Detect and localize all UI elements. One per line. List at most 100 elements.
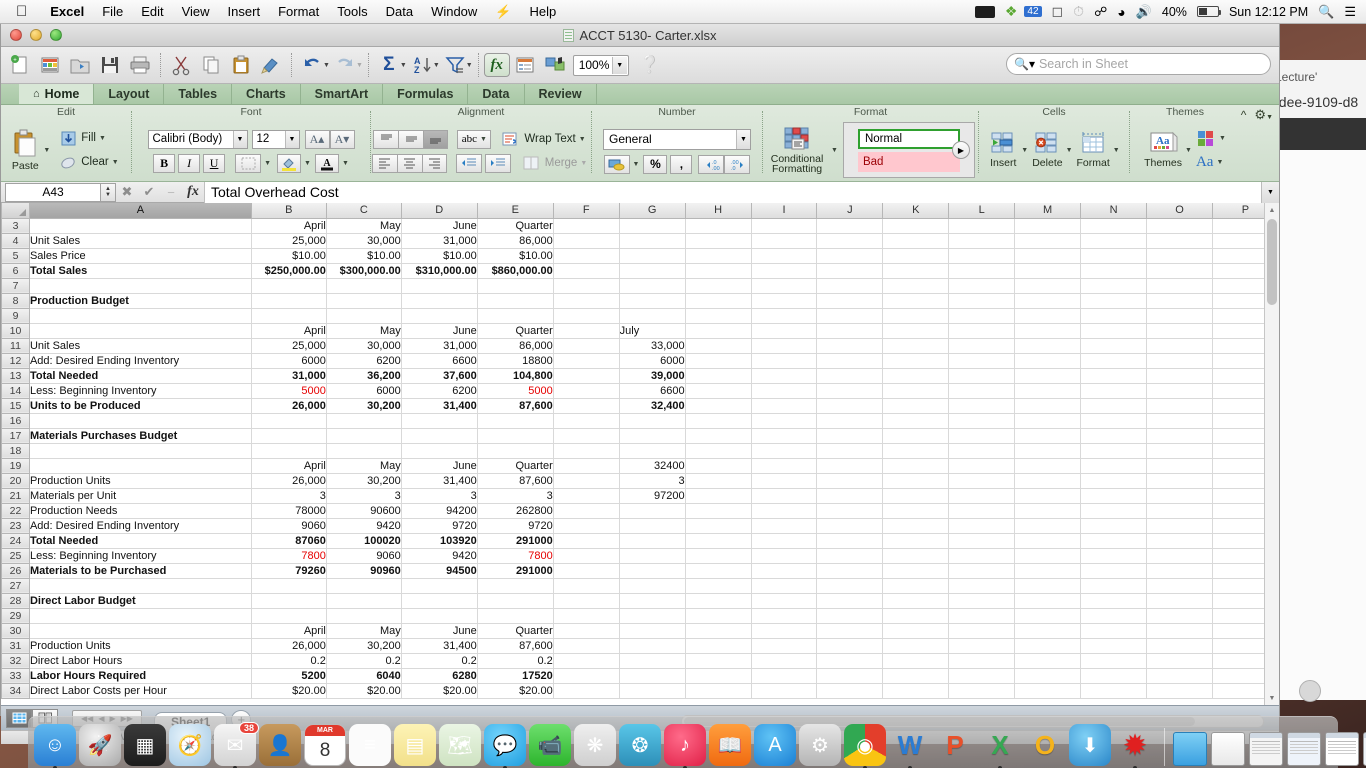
- cell-J26[interactable]: [816, 563, 884, 579]
- cell-J6[interactable]: [816, 263, 884, 279]
- cell-O14[interactable]: [1146, 383, 1213, 399]
- bluetooth-menu-icon[interactable]: ☍: [1094, 4, 1107, 20]
- cell-H25[interactable]: [685, 548, 752, 564]
- cell-M17[interactable]: [1014, 428, 1082, 444]
- cell-B15[interactable]: 26,000: [251, 398, 327, 414]
- cell-I5[interactable]: [751, 248, 818, 264]
- cell-N32[interactable]: [1080, 653, 1148, 669]
- copy-icon[interactable]: [196, 50, 226, 80]
- word-window-1-minimized-window[interactable]: [1249, 732, 1283, 766]
- cut-icon[interactable]: [166, 50, 196, 80]
- cell-E21[interactable]: 3: [477, 488, 554, 504]
- menu-item-edit[interactable]: Edit: [132, 4, 172, 19]
- cell-I20[interactable]: [751, 473, 818, 489]
- fill-button[interactable]: Fill ▼: [57, 129, 121, 148]
- table-row[interactable]: 24 Total Needed 87060 100020 103920 291000: [1, 532, 1279, 549]
- table-row[interactable]: 22 Production Needs 78000 90600 94200 262800: [1, 502, 1279, 519]
- cell-C21[interactable]: 3: [326, 488, 402, 504]
- cell-F15[interactable]: [553, 398, 620, 414]
- microsoft-excel-dock-icon[interactable]: X: [979, 724, 1021, 768]
- flash-menu-icon[interactable]: ⚡: [486, 4, 520, 20]
- cell-J23[interactable]: [816, 518, 884, 534]
- column-header-D[interactable]: D: [400, 203, 478, 219]
- cell-M10[interactable]: [1014, 323, 1082, 339]
- cell-J31[interactable]: [816, 638, 884, 654]
- increase-decimal-button[interactable]: .0.00: [698, 154, 725, 174]
- cell-G24[interactable]: [619, 533, 686, 549]
- cell-D23[interactable]: 9720: [401, 518, 478, 534]
- search-in-sheet-box[interactable]: 🔍▾ Search in Sheet: [1006, 53, 1271, 75]
- fonts-theme-button[interactable]: Aa ▼: [1196, 154, 1226, 171]
- cell-J32[interactable]: [816, 653, 884, 669]
- cell-I26[interactable]: [751, 563, 818, 579]
- cell-O10[interactable]: [1146, 323, 1213, 339]
- cell-M25[interactable]: [1014, 548, 1082, 564]
- table-row[interactable]: 23 Add: Desired Ending Inventory 9060 9420 9…: [1, 517, 1279, 534]
- spotlight-search-icon[interactable]: 🔍: [1318, 4, 1334, 20]
- fx-icon[interactable]: fx: [182, 184, 204, 200]
- cell-O25[interactable]: [1146, 548, 1213, 564]
- cell-D17[interactable]: [401, 428, 478, 444]
- cell-E32[interactable]: 0.2: [477, 653, 554, 669]
- cell-D11[interactable]: 31,000: [401, 338, 478, 354]
- volume-menu-icon[interactable]: 🔊: [1136, 4, 1152, 20]
- percent-format-button[interactable]: %: [643, 154, 668, 174]
- cell-B17[interactable]: [251, 428, 327, 444]
- cell-F23[interactable]: [553, 518, 620, 534]
- cell-C5[interactable]: $10.00: [326, 248, 402, 264]
- row-header-5[interactable]: 5: [1, 247, 30, 264]
- format-cells-dropdown-icon[interactable]: ▼: [1113, 147, 1120, 154]
- cell-D7[interactable]: [401, 278, 478, 294]
- cell-B5[interactable]: $10.00: [251, 248, 327, 264]
- cell-K22[interactable]: [882, 503, 950, 519]
- cell-G9[interactable]: [619, 308, 686, 324]
- word-window-2-minimized-window[interactable]: [1287, 732, 1321, 766]
- cell-A22[interactable]: Production Needs: [29, 503, 252, 519]
- tab-tables[interactable]: Tables: [164, 84, 233, 104]
- cell-H16[interactable]: [685, 413, 752, 429]
- cell-N20[interactable]: [1080, 473, 1148, 489]
- cell-B13[interactable]: 31,000: [251, 368, 327, 384]
- cell-G32[interactable]: [619, 653, 686, 669]
- cell-K15[interactable]: [882, 398, 950, 414]
- cell-I7[interactable]: [751, 278, 818, 294]
- cell-G12[interactable]: 6000: [619, 353, 686, 369]
- row-header-22[interactable]: 22: [1, 502, 30, 519]
- cell-O33[interactable]: [1146, 668, 1213, 684]
- cell-G26[interactable]: [619, 563, 686, 579]
- tab-formulas[interactable]: Formulas: [383, 84, 469, 104]
- cell-H6[interactable]: [685, 263, 752, 279]
- cell-N34[interactable]: [1080, 683, 1148, 699]
- cell-J24[interactable]: [816, 533, 884, 549]
- cell-H17[interactable]: [685, 428, 752, 444]
- row-header-23[interactable]: 23: [1, 517, 30, 534]
- cell-N9[interactable]: [1080, 308, 1148, 324]
- cell-M11[interactable]: [1014, 338, 1082, 354]
- cell-F13[interactable]: [553, 368, 620, 384]
- cell-F25[interactable]: [553, 548, 620, 564]
- cell-M5[interactable]: [1014, 248, 1082, 264]
- row-header-3[interactable]: 3: [1, 217, 30, 234]
- cell-B9[interactable]: [251, 308, 327, 324]
- cell-E31[interactable]: 87,600: [477, 638, 554, 654]
- cell-L4[interactable]: [948, 233, 1016, 249]
- cell-E12[interactable]: 18800: [477, 353, 554, 369]
- evernote-menu-icon[interactable]: ❖: [1005, 3, 1018, 20]
- cell-F31[interactable]: [553, 638, 620, 654]
- cell-O6[interactable]: [1146, 263, 1213, 279]
- cell-J33[interactable]: [816, 668, 884, 684]
- cell-D4[interactable]: 31,000: [401, 233, 478, 249]
- microsoft-outlook-dock-icon[interactable]: O: [1024, 724, 1066, 766]
- clock-label[interactable]: Sun 12:12 PM: [1229, 5, 1308, 19]
- cell-B19[interactable]: April: [251, 458, 327, 474]
- cell-H8[interactable]: [685, 293, 752, 309]
- apple-menu-icon[interactable]: : [0, 4, 41, 19]
- cell-O20[interactable]: [1146, 473, 1213, 489]
- cell-B16[interactable]: [251, 413, 327, 429]
- cell-F30[interactable]: [553, 623, 620, 639]
- cell-E28[interactable]: [477, 593, 554, 609]
- cell-I31[interactable]: [751, 638, 818, 654]
- cell-F24[interactable]: [553, 533, 620, 549]
- cell-O18[interactable]: [1146, 443, 1213, 459]
- cell-F17[interactable]: [553, 428, 620, 444]
